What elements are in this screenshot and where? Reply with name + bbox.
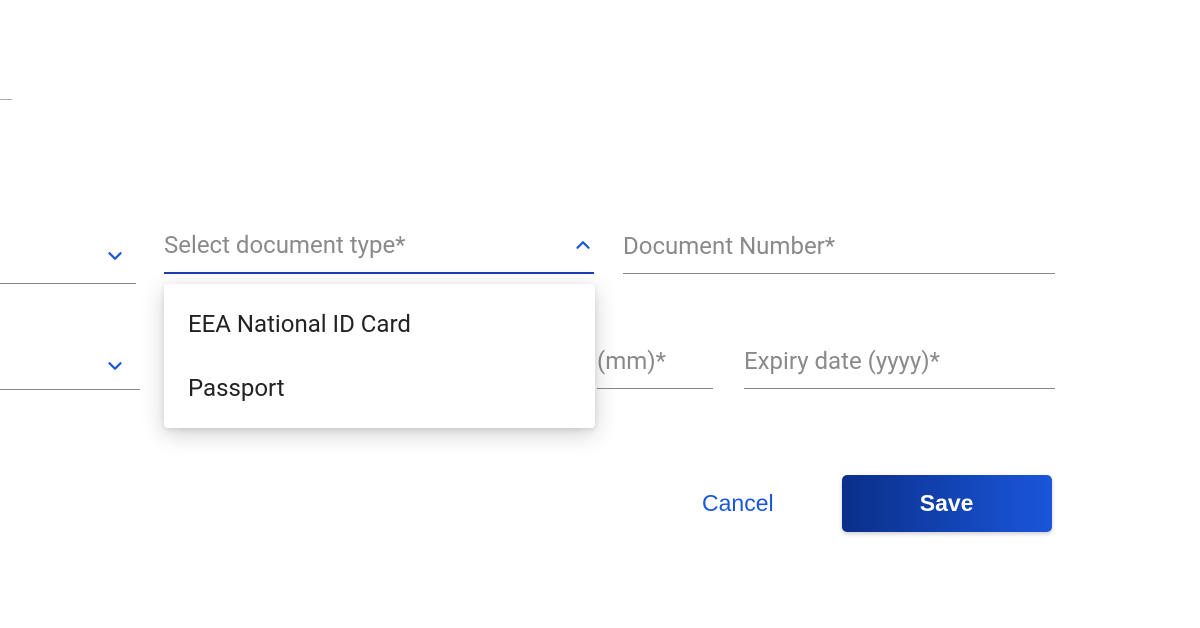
chevron-down-icon (104, 245, 126, 267)
expiry-month-label: (mm)* (597, 347, 713, 375)
edge-fragment (0, 96, 12, 100)
document-number-input[interactable]: Document Number* (623, 218, 1055, 274)
cancel-button[interactable]: Cancel (700, 486, 776, 521)
partial-select-field-2[interactable] (0, 342, 140, 390)
save-button[interactable]: Save (842, 475, 1052, 532)
dropdown-option-eea-id[interactable]: EEA National ID Card (164, 292, 595, 356)
chevron-down-icon (104, 355, 126, 377)
dropdown-option-passport[interactable]: Passport (164, 356, 595, 420)
expiry-year-label: Expiry date (yyyy)* (744, 347, 1055, 375)
expiry-month-input[interactable]: (mm)* (597, 333, 713, 389)
expiry-year-input[interactable]: Expiry date (yyyy)* (744, 333, 1055, 389)
chevron-up-icon (572, 234, 594, 256)
form-actions: Cancel Save (700, 475, 1052, 532)
document-number-label: Document Number* (623, 232, 1055, 260)
document-type-dropdown: EEA National ID Card Passport (164, 284, 595, 428)
document-type-select[interactable]: Select document type* (164, 218, 594, 274)
document-type-label: Select document type* (164, 231, 572, 259)
partial-select-field-1[interactable] (0, 228, 136, 284)
